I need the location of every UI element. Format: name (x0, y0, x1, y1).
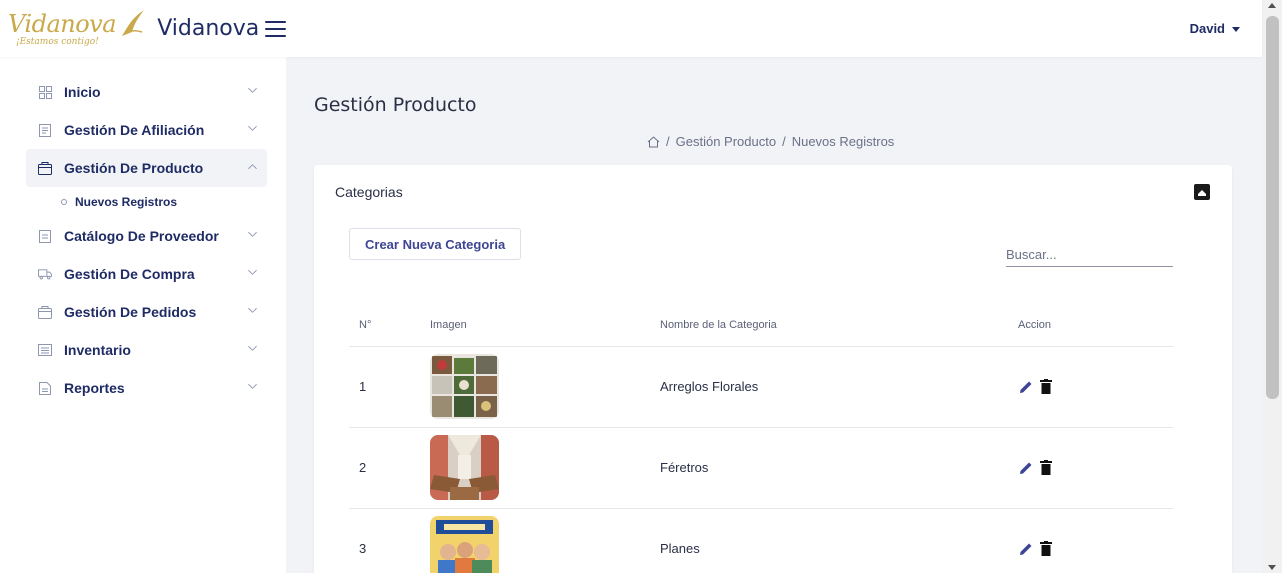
logo[interactable]: Vidanova ¡Estamos contigo! Vidanova (0, 6, 286, 52)
bullet-icon (61, 199, 67, 205)
table-header-row: N° Imagen Nombre de la Categoria Accion (349, 305, 1173, 347)
table-row: 1 Arreglos Florales (349, 346, 1173, 428)
document-icon (38, 229, 52, 243)
logo-script: Vidanova (8, 9, 117, 38)
grid-icon (38, 85, 52, 99)
category-name: Planes (660, 508, 1018, 573)
row-number: 3 (349, 508, 430, 573)
collapse-icon[interactable] (1194, 184, 1210, 200)
logo-mark: Vidanova ¡Estamos contigo! (8, 6, 144, 52)
category-name: Féretros (660, 427, 1018, 509)
row-number: 1 (349, 346, 430, 428)
form-icon (38, 123, 52, 137)
sidebar-item-proveedor[interactable]: Catálogo De Proveedor (26, 217, 267, 255)
category-name: Arreglos Florales (660, 346, 1018, 428)
categories-table: N° Imagen Nombre de la Categoria Accion … (349, 305, 1173, 573)
home-icon[interactable] (647, 135, 660, 148)
sidebar-item-label: Inventario (64, 342, 131, 358)
sidebar-subitem-label: Nuevos Registros (75, 195, 178, 209)
scroll-down-icon[interactable] (1268, 565, 1276, 570)
card-title: Categorias (335, 184, 403, 200)
page-title: Gestión Producto (314, 94, 477, 116)
sidebar-subitem-nuevos-registros[interactable]: Nuevos Registros (61, 187, 286, 217)
sidebar-item-label: Gestión De Afiliación (64, 122, 205, 138)
breadcrumb-item[interactable]: Gestión Producto (676, 134, 776, 149)
chevron-down-icon (248, 231, 257, 237)
sidebar-item-label: Catálogo De Proveedor (64, 228, 219, 244)
column-header-number: N° (349, 305, 430, 347)
row-actions (1018, 379, 1173, 395)
create-category-button[interactable]: Crear Nueva Categoria (349, 228, 522, 260)
chevron-down-icon (248, 125, 257, 131)
category-image (430, 435, 499, 500)
chevron-down-icon (248, 383, 257, 389)
sidebar: Inicio Gestión De Afiliación Gestión De … (0, 57, 286, 573)
chevron-up-icon (248, 164, 257, 170)
chevron-down-icon (248, 269, 257, 275)
chevron-down-icon (248, 307, 257, 313)
sidebar-item-inventario[interactable]: Inventario (26, 331, 267, 369)
table-row: 2 Féretros (349, 427, 1173, 509)
page-scrollbar[interactable] (1262, 0, 1282, 573)
chevron-down-icon (248, 87, 257, 93)
sidebar-item-pedidos[interactable]: Gestión De Pedidos (26, 293, 267, 331)
truck-icon (38, 267, 52, 281)
row-actions (1018, 541, 1173, 557)
document-icon (38, 381, 52, 395)
breadcrumb-separator: / (782, 134, 786, 149)
category-image (430, 516, 499, 573)
sidebar-item-label: Inicio (64, 84, 101, 100)
caret-down-icon (1232, 27, 1240, 33)
box-icon (38, 305, 52, 319)
user-menu[interactable]: David (1190, 21, 1240, 36)
breadcrumb-separator: / (666, 134, 670, 149)
edit-icon[interactable] (1018, 379, 1034, 395)
edit-icon[interactable] (1018, 460, 1034, 476)
breadcrumb-item-current: Nuevos Registros (791, 134, 895, 149)
list-icon (38, 343, 52, 357)
user-name: David (1189, 21, 1225, 36)
brand-name: Vidanova (157, 16, 260, 41)
table-row: 3 Planes (349, 508, 1173, 573)
sidebar-item-inicio[interactable]: Inicio (26, 73, 267, 111)
scrollbar-thumb[interactable] (1266, 16, 1279, 399)
chevron-down-icon (248, 345, 257, 351)
sidebar-item-afiliacion[interactable]: Gestión De Afiliación (26, 111, 267, 149)
column-header-name: Nombre de la Categoria (660, 305, 1018, 347)
row-actions (1018, 460, 1173, 476)
categories-card: Categorias Crear Nueva Categoria N° Imag… (314, 165, 1232, 573)
sidebar-item-label: Gestión De Pedidos (64, 304, 197, 320)
sidebar-item-label: Gestión De Compra (64, 266, 195, 282)
bird-icon (122, 9, 144, 36)
sidebar-item-label: Reportes (64, 380, 125, 396)
box-icon (38, 161, 52, 175)
delete-icon[interactable] (1040, 460, 1052, 475)
edit-icon[interactable] (1018, 541, 1034, 557)
scroll-up-icon[interactable] (1268, 3, 1276, 8)
logo-tagline: ¡Estamos contigo! (16, 36, 99, 47)
row-number: 2 (349, 427, 430, 509)
delete-icon[interactable] (1040, 541, 1052, 556)
category-image (430, 354, 499, 419)
sidebar-item-producto[interactable]: Gestión De Producto (26, 149, 267, 187)
top-header: Vidanova ¡Estamos contigo! Vidanova Davi… (0, 0, 1262, 57)
search-input[interactable] (1006, 243, 1173, 267)
column-header-image: Imagen (430, 305, 660, 347)
sidebar-item-reportes[interactable]: Reportes (26, 369, 267, 407)
delete-icon[interactable] (1040, 379, 1052, 394)
sidebar-item-compra[interactable]: Gestión De Compra (26, 255, 267, 293)
column-header-action: Accion (1018, 305, 1173, 347)
menu-toggle-icon[interactable] (265, 18, 286, 40)
sidebar-item-label: Gestión De Producto (64, 160, 204, 176)
breadcrumb: / Gestión Producto / Nuevos Registros (647, 134, 894, 149)
